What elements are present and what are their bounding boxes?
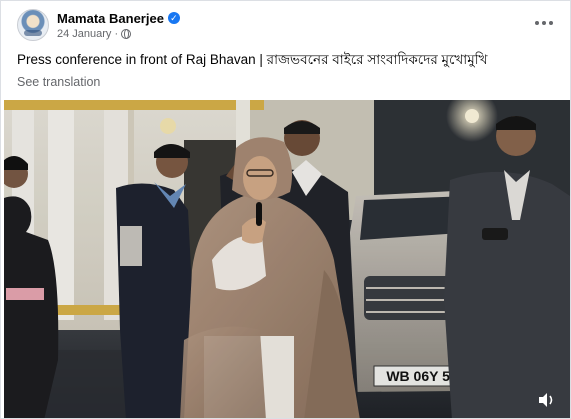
see-translation-link[interactable]: See translation [17,75,100,89]
post-meta: Mamata Banerjee ✓ 24 January · [57,11,180,40]
verified-badge-icon: ✓ [167,12,180,24]
post-header: Mamata Banerjee ✓ 24 January · [17,7,180,43]
author-avatar[interactable] [17,9,49,41]
globe-icon[interactable] [121,28,132,39]
facebook-post: Mamata Banerjee ✓ 24 January · Press con… [0,0,571,419]
author-name[interactable]: Mamata Banerjee [57,11,164,26]
post-date-row: 24 January · [57,28,180,40]
volume-icon[interactable] [536,390,556,410]
separator-dot: · [114,27,119,40]
post-caption: Press conference in front of Raj Bhavan … [17,52,488,67]
post-video[interactable]: WB 06Y 55 [4,100,570,418]
video-frame: WB 06Y 55 [4,100,570,418]
post-date[interactable]: 24 January [57,28,111,40]
author-row: Mamata Banerjee ✓ [57,11,180,26]
more-options-icon [535,21,539,25]
more-options-button[interactable] [532,11,556,35]
